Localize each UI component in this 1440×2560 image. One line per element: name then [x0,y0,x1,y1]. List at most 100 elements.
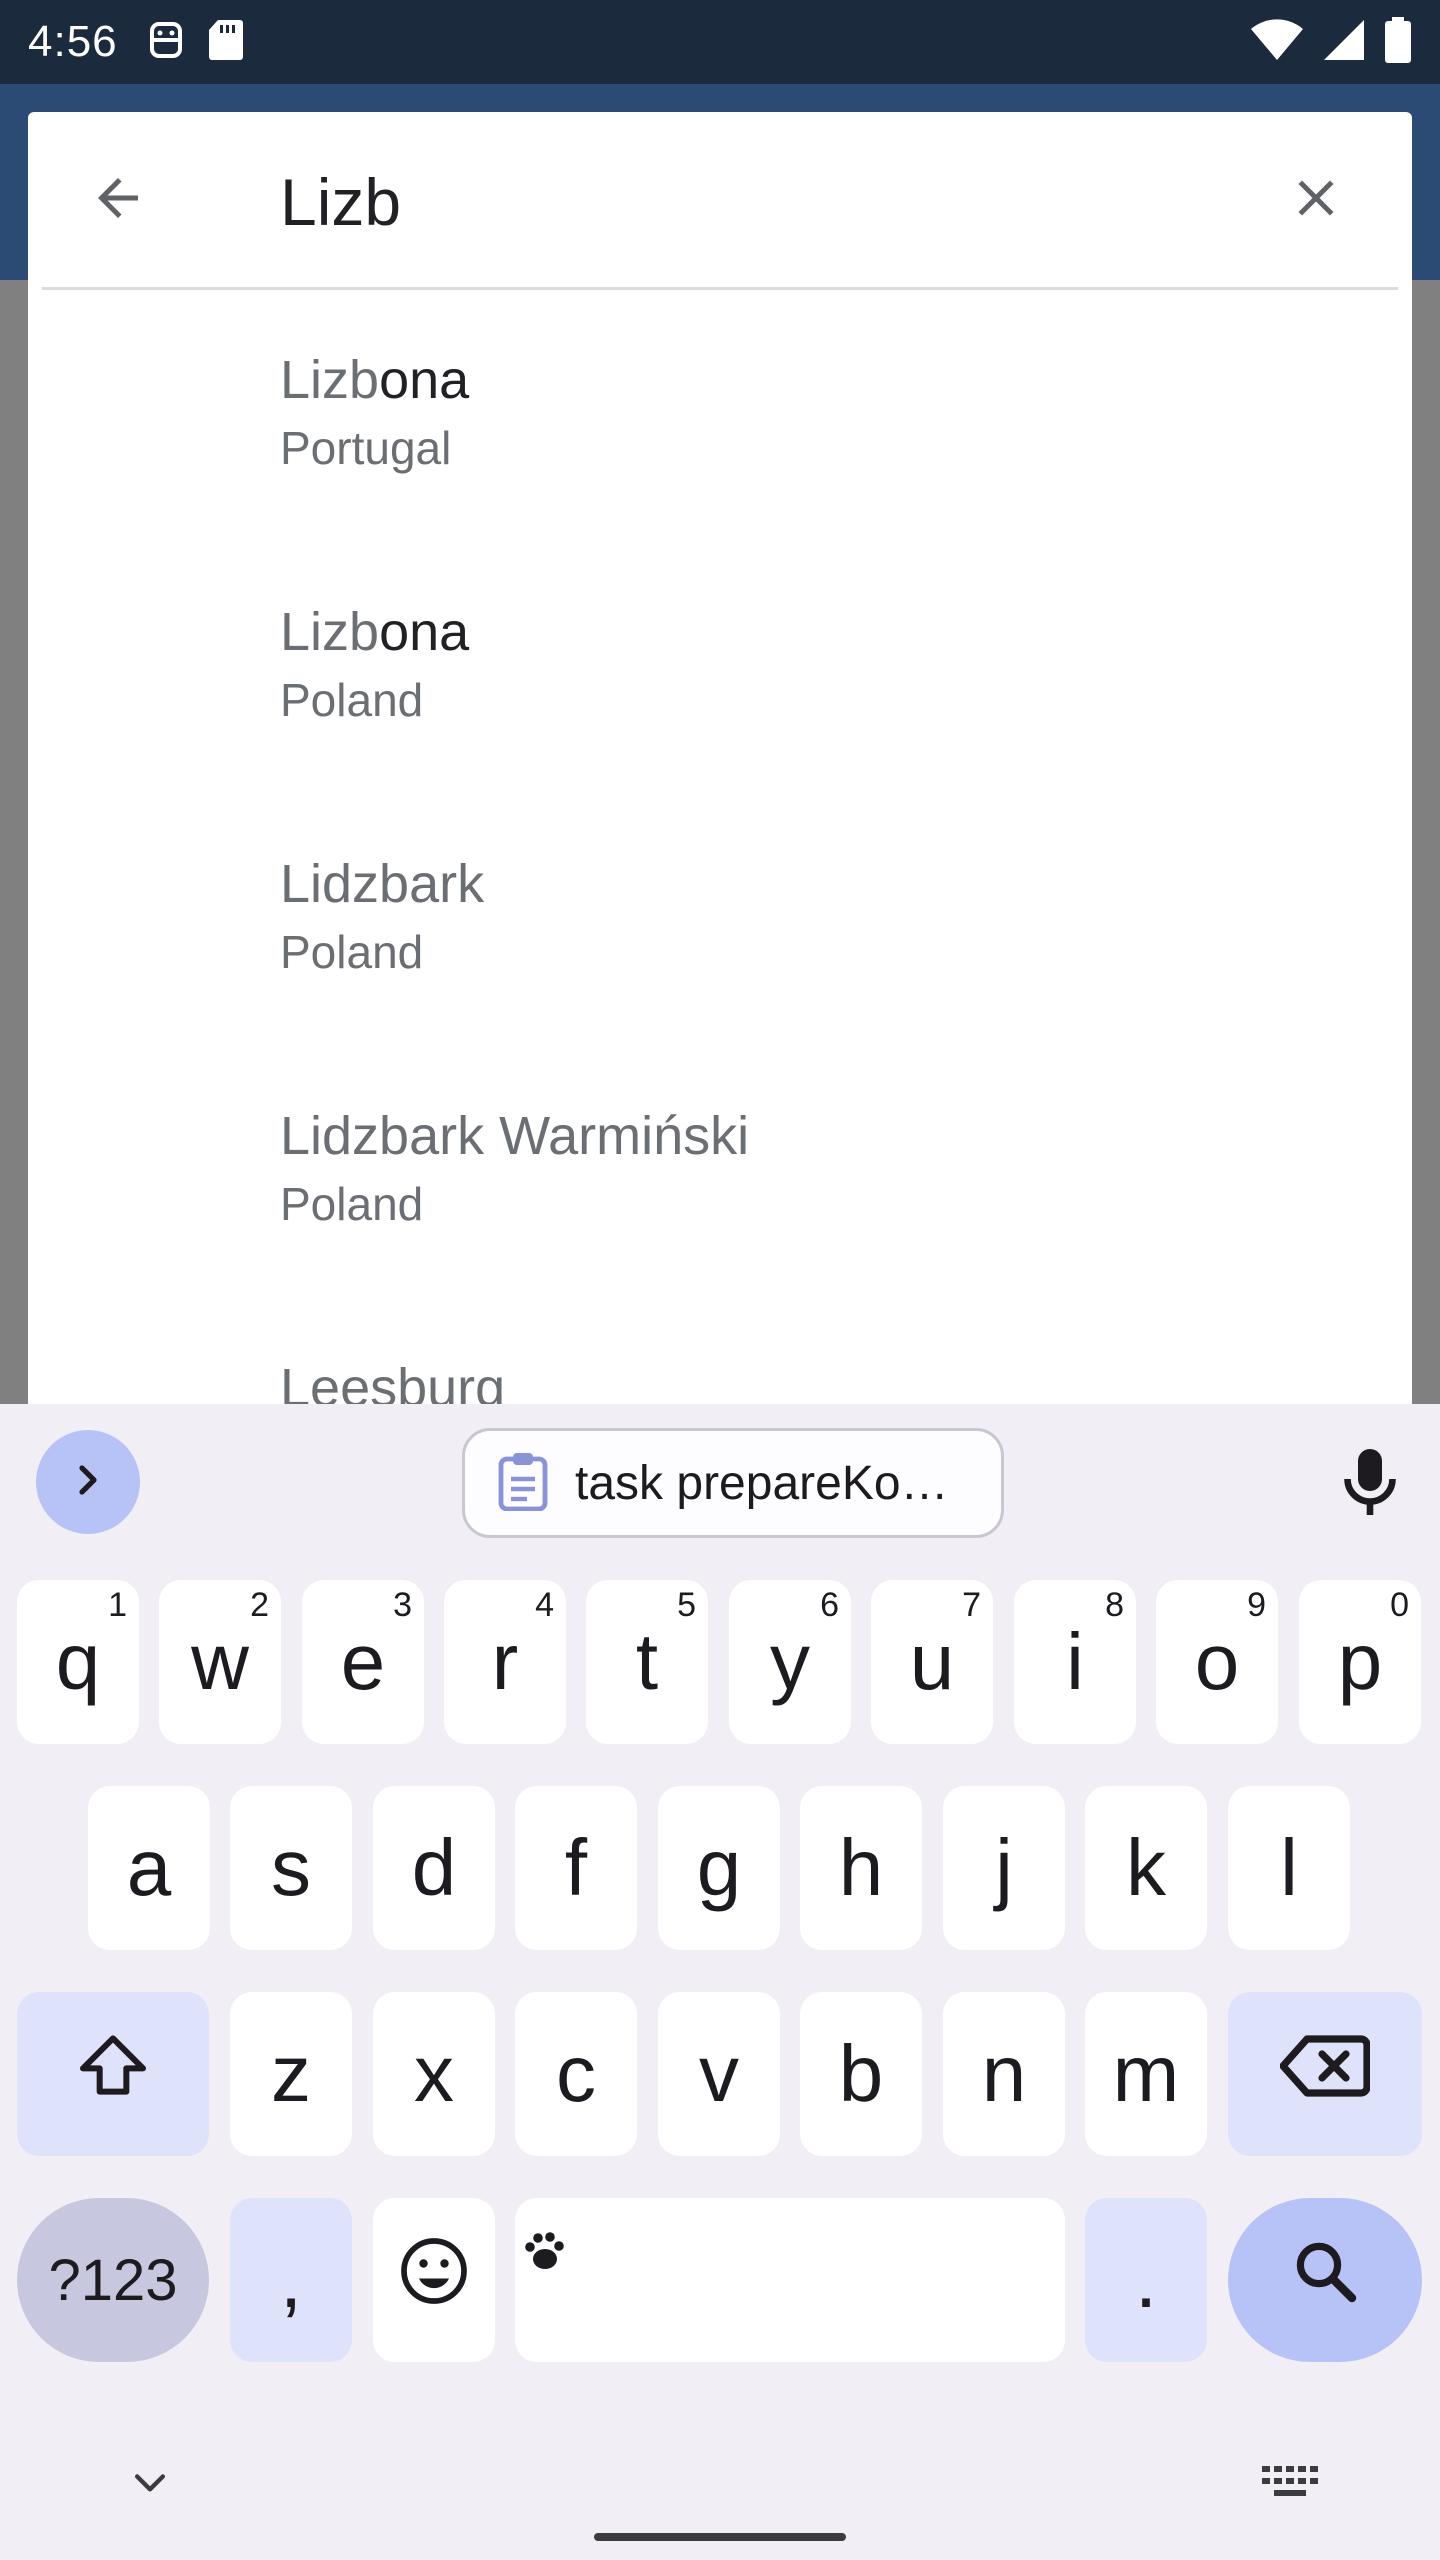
key-k[interactable]: k [1085,1786,1207,1950]
key-c[interactable]: c [515,1992,637,2156]
cellular-signal-icon [1322,19,1366,66]
key-hint: 5 [677,1586,696,1624]
key-label: e [340,1617,386,1706]
close-icon [1286,168,1346,233]
key-y[interactable]: y6 [729,1580,851,1744]
microphone-icon [1340,1446,1400,1523]
result-item[interactable]: Lidzbark Poland [28,794,1412,1046]
key-label: p [1337,1617,1383,1706]
status-left-icons [146,18,244,67]
result-title: Lizbona [280,600,1412,664]
keyboard-expand-button[interactable] [36,1430,140,1534]
backspace-key[interactable] [1228,1992,1422,2156]
key-label: t [635,1617,659,1706]
result-item[interactable]: Lidzbark Warmiński Poland [28,1046,1412,1298]
key-l[interactable]: l [1228,1786,1350,1950]
key-hint: 8 [1105,1586,1124,1624]
key-hint: 7 [962,1586,981,1624]
key-hint: 6 [820,1586,839,1624]
key-m[interactable]: m [1085,1992,1207,2156]
search-results-list: Lizbona Portugal Lizbona Poland Lidzbark… [28,290,1412,1404]
key-x[interactable]: x [373,1992,495,2156]
key-label: i [1066,1617,1084,1706]
location-search-panel: Lizbona Portugal Lizbona Poland Lidzbark… [28,112,1412,1404]
key-label: w [191,1617,249,1706]
search-input[interactable] [280,162,1240,242]
result-item[interactable]: Lizbona Portugal [28,290,1412,542]
key-hint: 1 [108,1586,127,1624]
search-action-key[interactable] [1228,2198,1422,2362]
clipboard-suggestion-chip[interactable]: task prepareKo… [462,1428,1004,1538]
key-o[interactable]: o9 [1156,1580,1278,1744]
key-n[interactable]: n [943,1992,1065,2156]
key-p[interactable]: p0 [1299,1580,1421,1744]
clear-search-button[interactable] [1282,166,1350,234]
android-robot-icon [146,18,186,67]
spacebar-key[interactable] [515,2198,1065,2362]
status-right-icons [1250,16,1412,68]
key-q[interactable]: q1 [17,1580,139,1744]
emoji-key[interactable] [373,2198,495,2362]
key-e[interactable]: e3 [302,1580,424,1744]
key-i[interactable]: i8 [1014,1580,1136,1744]
key-w[interactable]: w2 [159,1580,281,1744]
comma-key[interactable]: , [230,2198,352,2362]
result-title: Lidzbark [280,854,485,914]
arrow-back-icon [88,168,148,233]
key-z[interactable]: z [230,1992,352,2156]
wifi-icon [1250,18,1304,66]
key-hint: 0 [1390,1586,1409,1624]
key-g[interactable]: g [658,1786,780,1950]
key-label: u [909,1617,955,1706]
result-item[interactable]: Leesburg [28,1298,1412,1404]
result-title-rest: ona [379,350,470,410]
status-time: 4:56 [28,17,118,66]
shift-icon [73,2025,153,2124]
key-label: q [55,1617,101,1706]
result-item[interactable]: Lizbona Poland [28,542,1412,794]
result-title-match: Lizb [280,602,380,662]
result-title-rest: ona [379,602,470,662]
result-title: Leesburg [280,1358,506,1404]
clipboard-suggestion-text: task prepareKo… [575,1456,949,1510]
result-title-match: Lizb [280,350,380,410]
period-key[interactable]: . [1085,2198,1207,2362]
key-a[interactable]: a [88,1786,210,1950]
key-j[interactable]: j [943,1786,1065,1950]
key-label: o [1194,1617,1240,1706]
hide-keyboard-button[interactable] [120,2454,180,2514]
result-subtitle: Poland [280,926,424,978]
key-hint: 4 [535,1586,554,1624]
switch-keyboard-button[interactable] [1256,2454,1324,2514]
status-bar: 4:56 [0,0,1440,84]
battery-icon [1384,16,1412,68]
key-t[interactable]: t5 [586,1580,708,1744]
key-b[interactable]: b [800,1992,922,2156]
key-u[interactable]: u7 [871,1580,993,1744]
symbols-key[interactable]: ?123 [17,2198,209,2362]
keyboard-bottom-nav [0,2404,1440,2560]
key-h[interactable]: h [800,1786,922,1950]
keyboard-toolbar: task prepareKo… [0,1404,1440,1560]
keyboard-icon [1260,2464,1320,2505]
voice-input-button[interactable] [1336,1444,1404,1524]
back-button[interactable] [84,166,152,234]
key-hint: 9 [1247,1586,1266,1624]
emoji-icon [398,2234,470,2326]
result-subtitle: Portugal [280,422,452,474]
result-title: Lizbona [280,348,1412,412]
shift-key[interactable] [17,1992,209,2156]
search-icon [1289,2234,1361,2326]
key-label: r [491,1617,519,1706]
result-title: Lidzbark Warmiński [280,1106,750,1166]
search-bar [28,112,1412,288]
soft-keyboard: task prepareKo… q1 w2 e3 r4 t5 y6 u7 i8 … [0,1404,1440,2560]
key-d[interactable]: d [373,1786,495,1950]
key-v[interactable]: v [658,1992,780,2156]
key-f[interactable]: f [515,1786,637,1950]
clipboard-icon [497,1451,549,1516]
home-indicator[interactable] [594,2533,846,2541]
key-r[interactable]: r4 [444,1580,566,1744]
backspace-icon [1279,2028,1371,2120]
key-s[interactable]: s [230,1786,352,1950]
